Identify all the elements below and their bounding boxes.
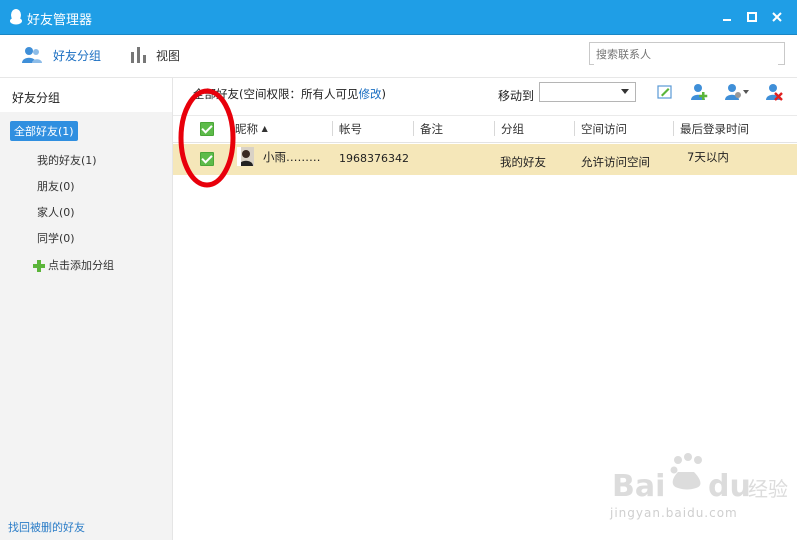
recover-deleted-friends-link[interactable]: 找回被删的好友 — [8, 519, 85, 535]
sidebar: 好友分组 全部好友(1) 我的好友(1) 朋友(0) 家人(0) 同学(0) 点… — [0, 78, 173, 540]
title-bar: 好友管理器 — [0, 0, 797, 35]
sidebar-item-friends[interactable]: 朋友(0) — [37, 178, 75, 194]
minimize-icon[interactable] — [720, 10, 734, 24]
column-header-remark[interactable]: 备注 — [420, 121, 443, 137]
sidebar-header: 好友分组 — [0, 78, 172, 112]
view-label: 视图 — [156, 49, 181, 63]
toolbar: 好友分组 视图 — [0, 35, 797, 78]
move-to-select[interactable] — [539, 82, 636, 102]
avatar — [237, 147, 254, 166]
friend-account: 1968376342 — [339, 152, 409, 165]
svg-text:经验: 经验 — [748, 477, 788, 501]
column-header-account[interactable]: 帐号 — [339, 121, 362, 137]
qq-penguin-icon — [10, 9, 22, 25]
edit-note-icon[interactable] — [656, 83, 674, 101]
bar-chart-icon — [131, 47, 146, 63]
watermark-url: jingyan.baidu.com — [610, 506, 738, 520]
groups-tab-label: 好友分组 — [53, 49, 102, 63]
friend-group: 我的好友 — [500, 155, 546, 169]
friend-settings-icon[interactable] — [724, 83, 750, 101]
sidebar-item-family[interactable]: 家人(0) — [37, 204, 75, 220]
column-divider[interactable] — [673, 121, 674, 136]
add-group-button[interactable]: 点击添加分组 — [33, 257, 114, 273]
chevron-down-icon — [621, 89, 629, 94]
column-header-group[interactable]: 分组 — [501, 121, 524, 137]
friend-space-access: 允许访问空间 — [581, 155, 650, 169]
add-group-label: 点击添加分组 — [48, 259, 114, 272]
friend-nickname: 小雨……… — [263, 150, 321, 164]
maximize-icon[interactable] — [745, 10, 759, 24]
column-header-space-access[interactable]: 空间访问 — [581, 121, 627, 137]
add-friend-icon[interactable] — [690, 83, 708, 101]
column-divider[interactable] — [332, 121, 333, 136]
table-row[interactable]: 小雨……… 1968376342 我的好友 允许访问空间 7天以内 — [173, 144, 797, 175]
delete-friend-icon[interactable] — [765, 83, 783, 101]
friends-group-icon — [22, 47, 42, 63]
column-divider[interactable] — [494, 121, 495, 136]
groups-tab-button[interactable]: 好友分组 — [22, 45, 107, 67]
svg-text:du: du — [708, 469, 751, 504]
move-to-label: 移动到 — [498, 89, 535, 103]
view-button[interactable]: 视图 — [130, 45, 190, 67]
column-header-nickname[interactable]: 昵称 ▲ — [235, 121, 268, 137]
sort-ascending-icon: ▲ — [261, 124, 268, 133]
column-divider[interactable] — [574, 121, 575, 136]
plus-icon — [33, 260, 45, 272]
close-icon[interactable] — [770, 10, 784, 24]
group-info-close-paren: ) — [381, 87, 387, 101]
window-title: 好友管理器 — [27, 13, 93, 28]
search-box[interactable] — [589, 42, 785, 65]
sidebar-item-all-friends[interactable]: 全部好友(1) — [10, 121, 78, 141]
nickname-header-label: 昵称 — [235, 122, 258, 136]
annotation-ellipse — [178, 88, 236, 188]
search-input[interactable] — [594, 44, 778, 65]
sidebar-item-my-friends[interactable]: 我的好友(1) — [37, 152, 97, 168]
table-header: 昵称 ▲ 帐号 备注 分组 空间访问 最后登录时间 — [173, 115, 797, 143]
column-header-last-login[interactable]: 最后登录时间 — [680, 121, 749, 137]
friend-last-login: 7天以内 — [687, 150, 729, 164]
svg-text:Bai: Bai — [612, 469, 665, 504]
sidebar-header-label: 好友分组 — [12, 91, 61, 105]
modify-permission-link[interactable]: 修改 — [359, 87, 382, 101]
column-divider[interactable] — [413, 121, 414, 136]
sidebar-item-classmates[interactable]: 同学(0) — [37, 230, 75, 246]
